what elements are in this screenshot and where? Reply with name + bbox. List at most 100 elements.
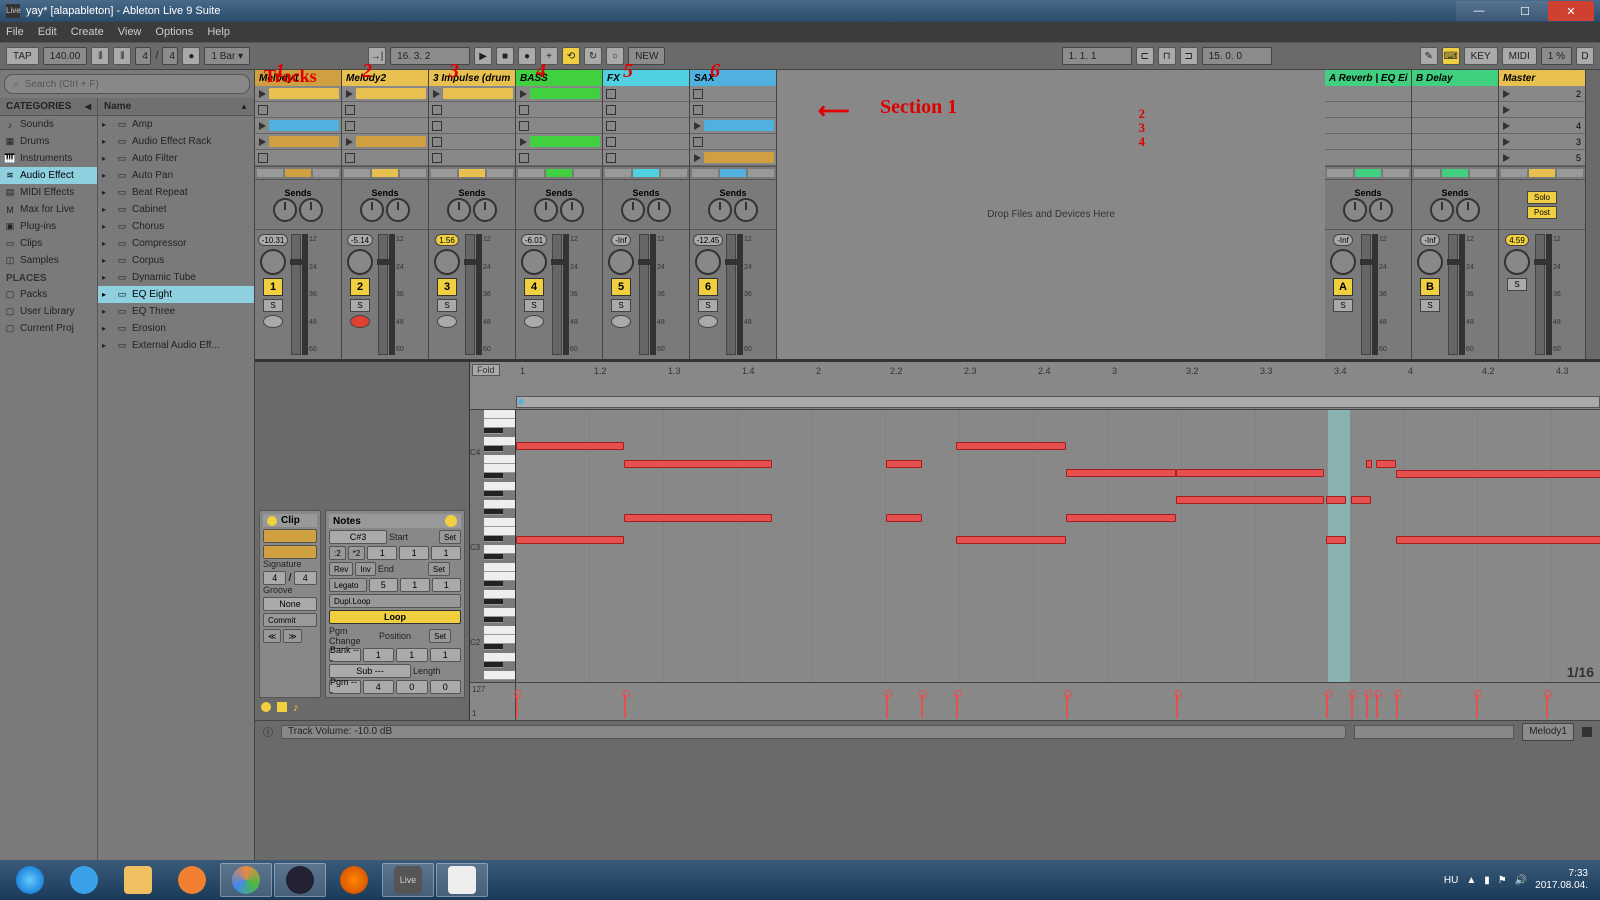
solo-button[interactable]: S (698, 299, 718, 312)
midi-note[interactable] (516, 442, 624, 450)
send-b-knob[interactable] (299, 198, 323, 222)
send-a-knob[interactable] (1343, 198, 1367, 222)
midi-note[interactable] (1396, 536, 1600, 544)
send-a-knob[interactable] (273, 198, 297, 222)
taskbar-explorer[interactable] (112, 863, 164, 897)
midi-note[interactable] (1176, 496, 1324, 504)
velocity-marker[interactable] (1396, 694, 1398, 718)
clip-slot[interactable] (1325, 86, 1411, 102)
invert-button[interactable]: Inv (355, 562, 376, 576)
clip-slot[interactable] (1412, 118, 1498, 134)
midi-note[interactable] (1326, 496, 1346, 504)
quantize-menu[interactable]: 1 Bar ▾ (204, 47, 250, 65)
send-b-knob[interactable] (1369, 198, 1393, 222)
reverse-button[interactable]: Rev (329, 562, 353, 576)
device-beat-repeat[interactable]: ▸▭Beat Repeat (98, 184, 254, 201)
pan-knob[interactable] (695, 249, 721, 275)
velocity-marker[interactable] (624, 694, 626, 718)
clip-slot[interactable] (603, 86, 689, 102)
drop-area[interactable]: Drop Files and Devices Here234 (777, 70, 1325, 359)
arm-button[interactable] (263, 315, 283, 328)
device-external-audio-eff...[interactable]: ▸▭External Audio Eff... (98, 337, 254, 354)
start-set-button[interactable]: Set (439, 530, 461, 544)
midi-note[interactable] (886, 514, 922, 522)
follow-button[interactable]: →| (368, 47, 386, 65)
midi-note[interactable] (1366, 460, 1372, 468)
clip-slot[interactable] (1499, 102, 1585, 118)
midi-note[interactable] (624, 514, 772, 522)
piano-roll-keys[interactable]: C4C3C2 (470, 410, 516, 682)
name-header[interactable]: Name▲ (98, 98, 254, 116)
time-sig-den[interactable]: 4 (162, 47, 178, 65)
pan-knob[interactable] (1504, 249, 1530, 275)
volume-db[interactable]: -5.14 (347, 234, 373, 246)
track-activator[interactable]: A (1333, 278, 1353, 296)
device-audio-effect-rack[interactable]: ▸▭Audio Effect Rack (98, 133, 254, 150)
track-activator[interactable]: 4 (524, 278, 544, 296)
volume-db[interactable]: -Inf (1333, 234, 1353, 246)
clip-slot[interactable] (255, 118, 341, 134)
menu-help[interactable]: Help (207, 26, 230, 38)
arm-button[interactable] (524, 315, 544, 328)
clip-slot[interactable] (603, 134, 689, 150)
solo-button[interactable]: S (1420, 299, 1440, 312)
midi-note[interactable] (1351, 496, 1371, 504)
arm-button[interactable] (350, 315, 370, 328)
nudge-left-button[interactable]: ≪ (263, 629, 281, 643)
send-b-knob[interactable] (734, 198, 758, 222)
taskbar-ableton[interactable]: Live (382, 863, 434, 897)
velocity-marker[interactable] (1476, 694, 1478, 718)
send-b-knob[interactable] (560, 198, 584, 222)
taskbar-paint[interactable] (436, 863, 488, 897)
midi-note[interactable] (1066, 469, 1176, 477)
clip-slot[interactable] (1325, 118, 1411, 134)
key-map-button[interactable]: KEY (1464, 47, 1498, 65)
loop-brace[interactable]: ◉ (516, 396, 1600, 408)
sub-field[interactable]: Sub --- (329, 664, 411, 678)
clip-slot[interactable] (690, 102, 776, 118)
taskbar-chrome[interactable] (220, 863, 272, 897)
clip-slot[interactable] (690, 150, 776, 166)
pgm-field[interactable]: Pgm --- (329, 680, 361, 694)
clip-slot[interactable] (1325, 102, 1411, 118)
device-slots[interactable] (1325, 166, 1411, 180)
time-sig-num[interactable]: 4 (135, 47, 151, 65)
clip-slot[interactable] (690, 118, 776, 134)
tray-network-icon[interactable]: ▮ (1484, 875, 1490, 886)
velocity-marker[interactable] (1326, 694, 1328, 718)
nudge-down-button[interactable]: ⦀ (91, 47, 109, 65)
arm-button[interactable] (437, 315, 457, 328)
place-packs[interactable]: ▢Packs (0, 286, 97, 303)
menu-create[interactable]: Create (71, 26, 104, 38)
track-activator[interactable]: 5 (611, 278, 631, 296)
device-slots[interactable] (429, 166, 515, 180)
automation-arm-button[interactable]: ⟲ (562, 47, 580, 65)
volume-db[interactable]: 4.59 (1505, 234, 1529, 246)
solo-button[interactable]: S (611, 299, 631, 312)
clip-slot[interactable] (1325, 134, 1411, 150)
send-a-knob[interactable] (447, 198, 471, 222)
tray-flag-icon[interactable]: ▲ (1466, 875, 1476, 886)
arrange-position[interactable]: 16. 3. 2 (390, 47, 470, 65)
track-activator[interactable]: 3 (437, 278, 457, 296)
clip-slot[interactable] (690, 86, 776, 102)
loop-button[interactable]: ⊓ (1158, 47, 1176, 65)
device-slots[interactable] (1499, 166, 1585, 180)
track-activator[interactable]: 6 (698, 278, 718, 296)
device-auto-filter[interactable]: ▸▭Auto Filter (98, 150, 254, 167)
overview-minimap[interactable] (1354, 725, 1514, 739)
device-cabinet[interactable]: ▸▭Cabinet (98, 201, 254, 218)
clip-slot[interactable] (1412, 150, 1498, 166)
arm-button[interactable] (611, 315, 631, 328)
clip-slot[interactable] (429, 86, 515, 102)
midi-note[interactable] (956, 536, 1066, 544)
clip-sig-den[interactable]: 4 (294, 571, 317, 585)
volume-fader[interactable] (1361, 234, 1371, 355)
velocity-lane[interactable]: 1271 (470, 682, 1600, 720)
midi-note[interactable] (956, 442, 1066, 450)
volume-fader[interactable] (465, 234, 475, 355)
device-compressor[interactable]: ▸▭Compressor (98, 235, 254, 252)
send-b-knob[interactable] (647, 198, 671, 222)
category-max-for-live[interactable]: MMax for Live (0, 201, 97, 218)
velocity-marker[interactable] (1546, 694, 1548, 718)
